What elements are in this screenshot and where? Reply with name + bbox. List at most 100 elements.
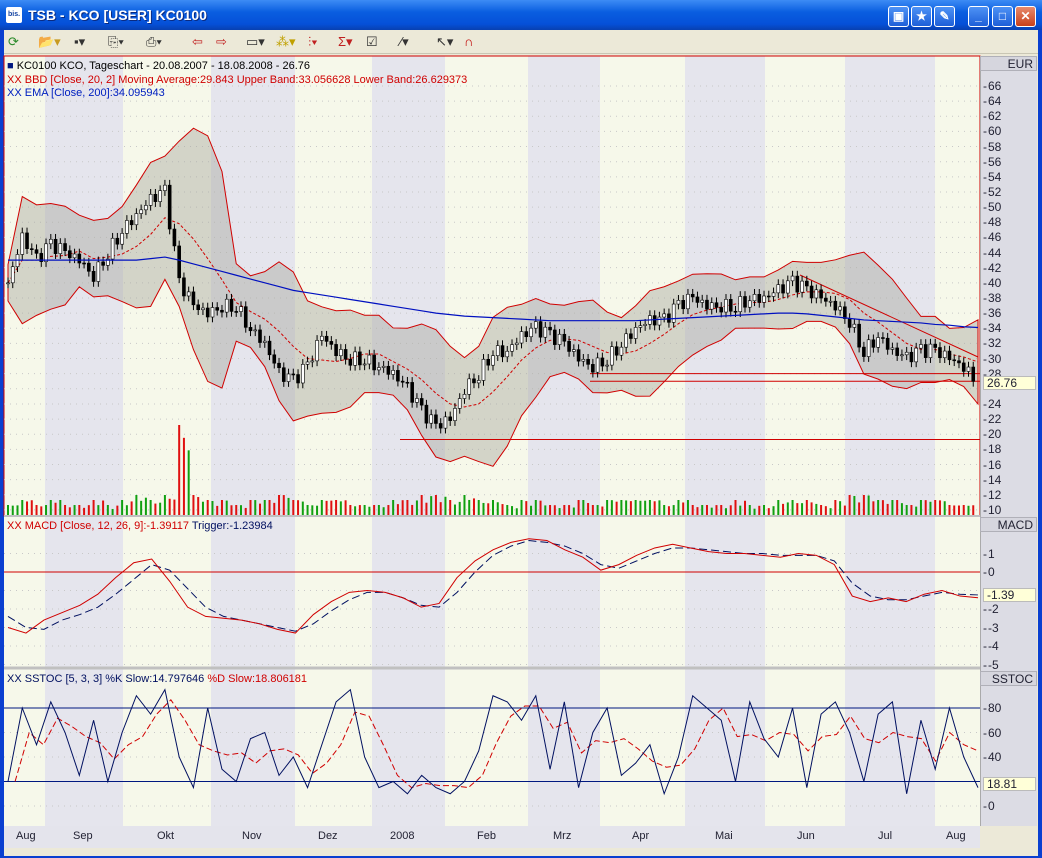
candle-body	[101, 261, 105, 266]
candle-body	[890, 347, 895, 350]
volume-bar	[553, 505, 556, 515]
candle-body	[377, 367, 381, 371]
candle-body	[671, 303, 676, 323]
volume-bar	[453, 504, 456, 515]
tick-mark: -	[983, 565, 987, 579]
tick-mark: -	[983, 657, 987, 672]
chart-canvas[interactable]	[0, 0, 1042, 858]
candle-body	[158, 190, 162, 202]
candle-body	[25, 232, 29, 249]
volume-bar	[610, 500, 613, 515]
volume-bar	[40, 506, 43, 515]
candle-body	[614, 346, 619, 356]
volume-bar	[287, 497, 290, 515]
price-last-value: 26.76	[983, 376, 1036, 390]
candle-body	[386, 365, 391, 375]
candle-body	[871, 339, 876, 348]
month-label: Feb	[477, 830, 496, 842]
price-tick-label: 54	[988, 169, 1002, 184]
candle-body	[586, 359, 590, 365]
candle-body	[201, 307, 205, 311]
volume-bar	[919, 500, 922, 515]
candle-body	[53, 238, 58, 254]
month-label: Jun	[797, 830, 815, 842]
candle-body	[167, 184, 172, 230]
candle-body	[220, 309, 224, 313]
price-tick-label: 42	[988, 260, 1002, 275]
volume-bar	[159, 502, 162, 515]
price-axis-unit: EUR	[980, 56, 1037, 71]
tick-mark: -	[983, 215, 987, 230]
sstoc-tick-label: 80	[988, 701, 1002, 715]
candle-body	[652, 315, 657, 326]
candle-body	[947, 350, 952, 361]
candle-body	[229, 298, 234, 312]
price-tick-label: 38	[988, 290, 1002, 305]
candle-body	[253, 329, 258, 332]
volume-bar	[239, 505, 242, 515]
volume-bar	[810, 502, 813, 515]
volume-bar	[301, 501, 304, 515]
tick-mark: -	[983, 396, 987, 411]
candle-body	[766, 295, 771, 298]
volume-bar	[791, 500, 794, 515]
candle-body	[533, 321, 538, 329]
candle-body	[938, 347, 942, 359]
volume-bar	[506, 505, 509, 515]
volume-bar	[444, 496, 447, 515]
candle-body	[329, 341, 334, 345]
volume-bar	[520, 500, 523, 515]
volume-bar	[734, 500, 737, 515]
candle-body	[467, 378, 472, 395]
volume-bar	[648, 500, 651, 515]
volume-bar	[905, 505, 908, 515]
tick-mark: -	[983, 701, 987, 715]
volume-bar	[401, 500, 404, 515]
volume-bar	[297, 500, 300, 515]
volume-bar	[606, 500, 609, 515]
candle-body	[177, 245, 181, 279]
volume-bar	[758, 505, 761, 515]
volume-bar	[463, 495, 466, 515]
volume-bar	[377, 505, 380, 515]
candle-body	[72, 253, 77, 259]
volume-bar	[7, 505, 9, 515]
candle-body	[724, 299, 728, 313]
volume-bar	[259, 503, 262, 515]
macd-tick-label: -5	[988, 657, 999, 672]
volume-bar	[363, 505, 366, 515]
candle-body	[923, 344, 928, 358]
volume-bar	[249, 500, 252, 515]
price-tick-label: 56	[988, 154, 1002, 169]
candle-body	[63, 243, 67, 251]
candle-body	[657, 316, 662, 326]
candle-body	[610, 346, 614, 366]
candle-body	[852, 323, 857, 328]
volume-bar	[696, 507, 699, 515]
candle-body	[914, 347, 918, 363]
candle-body	[505, 350, 510, 358]
candle-body	[481, 358, 486, 381]
candle-body	[676, 300, 681, 305]
volume-bar	[620, 500, 623, 515]
tick-mark: -	[983, 546, 987, 561]
volume-bar	[900, 503, 903, 515]
volume-bar	[358, 505, 361, 515]
tick-mark: -	[983, 109, 987, 124]
candle-body	[966, 366, 971, 372]
candle-body	[638, 325, 643, 328]
candle-body	[543, 326, 548, 338]
volume-bar	[839, 501, 842, 515]
volume-bar	[415, 500, 418, 515]
volume-bar	[316, 505, 319, 515]
volume-bar	[325, 500, 328, 515]
month-label: Okt	[157, 830, 175, 842]
volume-bar	[273, 502, 276, 515]
candle-body	[272, 354, 277, 364]
candle-body	[372, 354, 376, 371]
volume-bar	[858, 502, 861, 515]
volume-bar	[311, 505, 314, 515]
volume-bar	[116, 505, 119, 515]
candle-body	[396, 370, 400, 382]
candle-body	[362, 363, 367, 366]
